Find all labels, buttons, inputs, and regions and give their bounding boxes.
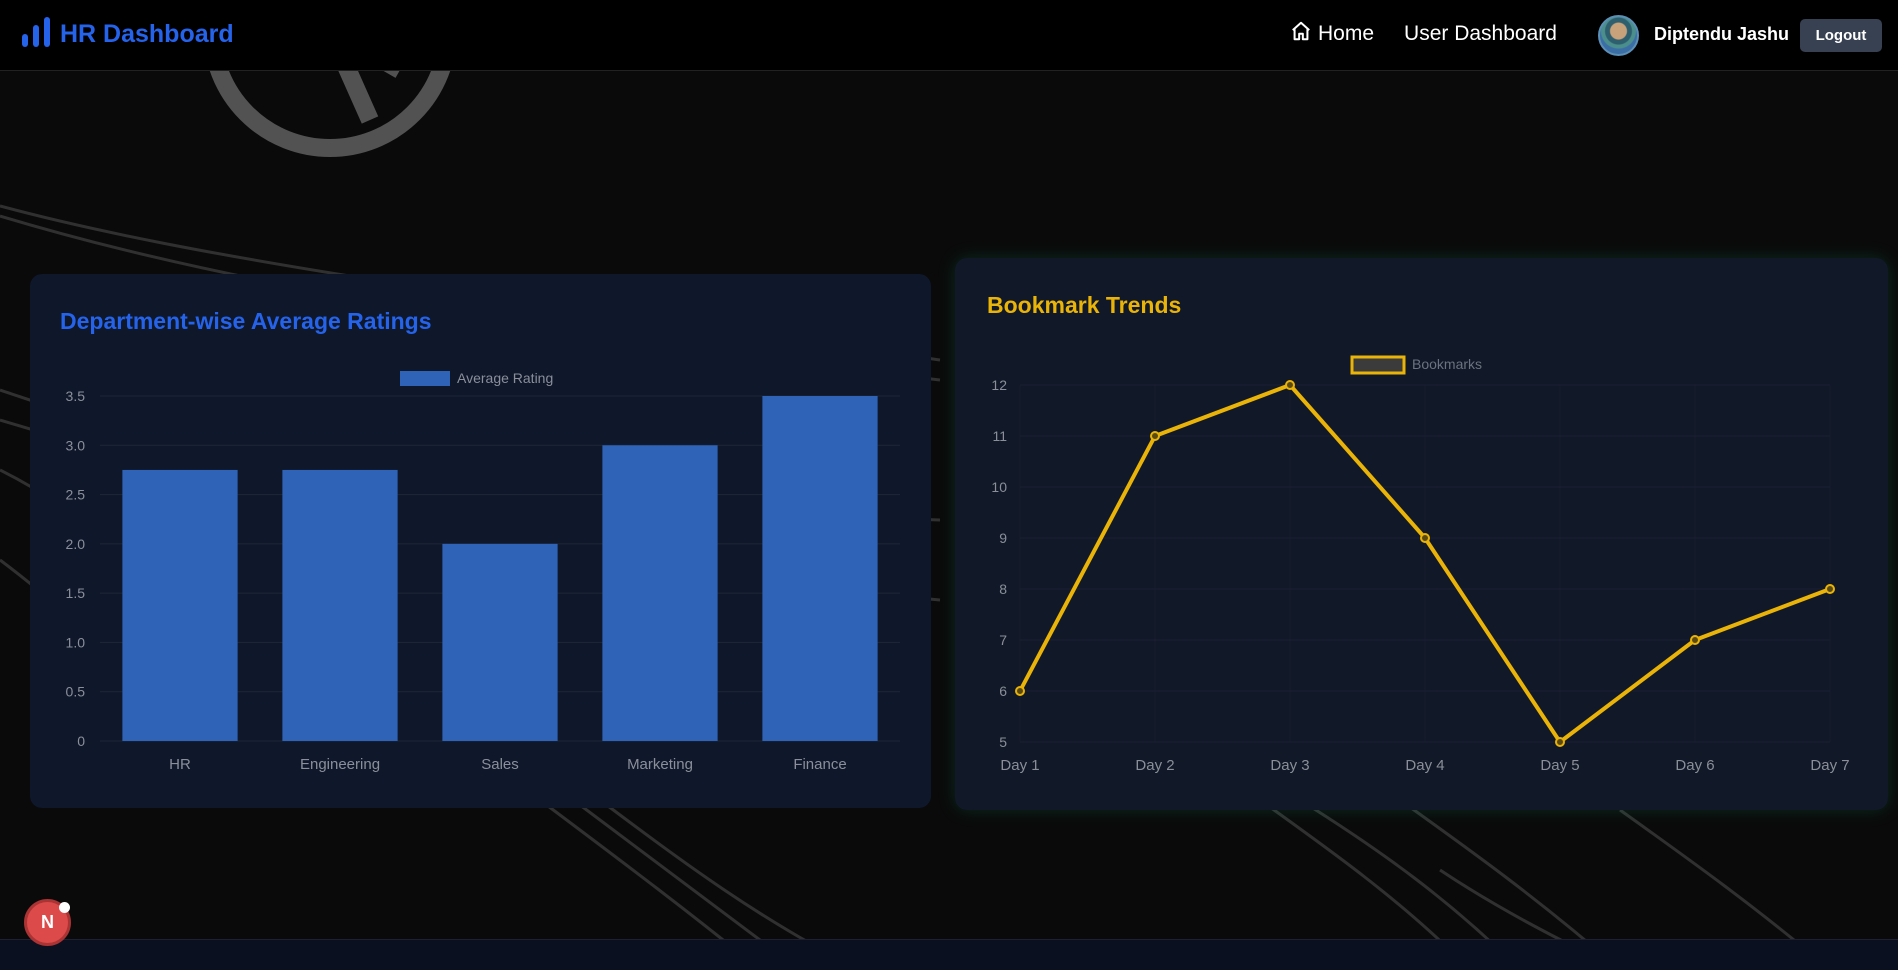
y-tick-label: 3.5 [66,388,86,404]
y-tick-label: 8 [999,581,1007,597]
logout-button[interactable]: Logout [1800,19,1882,52]
bar [602,445,718,741]
ratings-bar-chart: Average Rating 0 0.5 1.0 1.5 2.0 2.5 3.0 3.5 HR En… [66,370,900,773]
y-tick-label: 1.5 [66,585,86,601]
x-tick-label: Day 5 [1540,757,1579,774]
nav-home-label: Home [1318,22,1375,45]
data-point [1015,686,1025,696]
y-tick-label: 12 [991,377,1007,393]
y-tick-label: 11 [992,428,1007,444]
brand-title: HR Dashboard [60,20,234,48]
y-tick-label: 9 [999,530,1007,546]
avatar[interactable] [1598,15,1639,56]
x-tick-label: Engineering [300,756,380,773]
x-tick-label: Day 2 [1135,757,1174,774]
data-point [1825,584,1835,594]
nav-user-dashboard-link[interactable]: User Dashboard [1404,22,1557,46]
x-tick-label: Marketing [627,756,693,773]
x-tick-label: Sales [481,756,519,773]
y-tick-label: 0 [77,733,85,749]
legend-label: Average Rating [457,370,553,386]
y-tick-label: 6 [999,683,1007,699]
legend-swatch [1350,355,1406,375]
y-tick-label: 2.5 [66,487,86,503]
home-icon [1290,20,1312,48]
user-name: Diptendu Jashu [1654,24,1790,44]
brand[interactable]: HR Dashboard [22,17,234,52]
nav-home-link[interactable]: Home [1290,20,1374,48]
bar [282,469,398,741]
notification-dot [59,902,70,913]
fab-label: N [41,912,54,932]
legend-swatch [400,371,450,386]
x-tick-label: HR [169,756,191,773]
data-point [1555,737,1565,747]
x-tick-label: Finance [793,756,846,773]
y-tick-label: 10 [991,479,1007,495]
ratings-card: Department-wise Average Ratings Average … [30,274,931,808]
x-tick-label: Day 4 [1405,757,1444,774]
top-navbar: HR Dashboard Home User Dashboard Diptend… [0,0,1898,71]
nav-links: Home User Dashboard [1290,20,1557,48]
x-tick-label: Day 7 [1810,757,1849,774]
data-point [1420,533,1430,543]
y-tick-label: 2.0 [66,536,86,552]
data-point [1285,380,1295,390]
bar [762,396,878,741]
nextjs-icon[interactable]: N [24,899,71,946]
bar [122,469,238,741]
bookmark-line-chart: Bookmarks 5 6 7 8 9 10 11 12 Day 1 Day 2 Day 3 Day 4… [991,355,1850,774]
y-tick-label: 7 [999,632,1007,648]
bar [442,543,558,741]
footer-strip [0,939,1898,970]
y-tick-label: 0.5 [66,684,86,700]
data-point [1690,635,1700,645]
y-tick-label: 5 [999,734,1007,750]
data-point [1150,431,1160,441]
x-tick-label: Day 1 [1000,757,1039,774]
x-tick-label: Day 6 [1675,757,1714,774]
y-tick-label: 3.0 [66,437,86,453]
bookmark-card: Bookmark Trends Bookmarks 5 6 7 8 9 10 11 12 Day … [955,258,1888,810]
x-tick-label: Day 3 [1270,757,1309,774]
y-tick-label: 1.0 [66,634,86,650]
bar-chart-icon [22,17,50,52]
legend-label: Bookmarks [1412,356,1482,372]
